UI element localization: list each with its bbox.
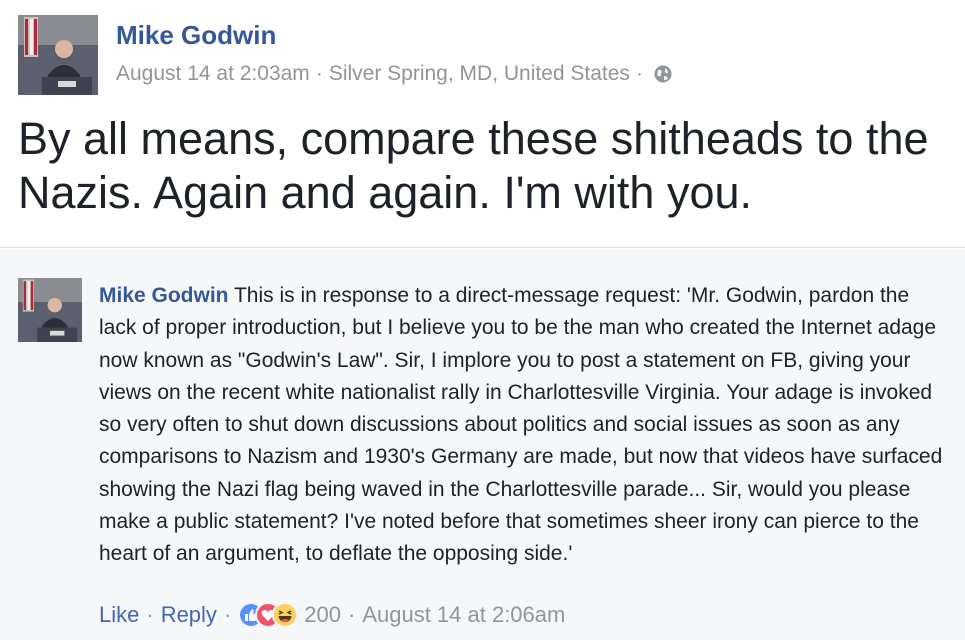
post-author-avatar[interactable] (18, 15, 98, 95)
comment-actions: Like · Reply · 200 · August 14 at 2:06am (99, 602, 565, 628)
post-meta: August 14 at 2:03am · Silver Spring, MD,… (116, 62, 673, 86)
reaction-count[interactable]: 200 (304, 602, 341, 628)
comment-timestamp[interactable]: August 14 at 2:06am (362, 602, 565, 628)
globe-icon[interactable] (653, 64, 673, 84)
haha-reaction-icon (272, 602, 299, 628)
avatar-photo (18, 15, 98, 95)
meta-separator: · (635, 62, 643, 85)
post-timestamp[interactable]: August 14 at 2:03am (116, 62, 310, 86)
comment-author-avatar[interactable] (18, 278, 82, 342)
post-author-name[interactable]: Mike Godwin (116, 20, 276, 51)
post-body-text: By all means, compare these shitheads to… (18, 113, 929, 218)
comment-author-name[interactable]: Mike Godwin (99, 284, 229, 307)
action-separator: · (347, 602, 356, 627)
action-separator: · (223, 602, 232, 627)
post-card: Mike Godwin August 14 at 2:03am · Silver… (0, 0, 965, 248)
like-button[interactable]: Like (99, 602, 139, 628)
meta-separator: · (315, 62, 323, 85)
reactions-summary[interactable] (238, 602, 299, 628)
action-separator: · (146, 602, 154, 627)
reply-button[interactable]: Reply (161, 602, 217, 628)
comment-body: Mike Godwin This is in response to a dir… (99, 280, 949, 571)
post-location[interactable]: Silver Spring, MD, United States (329, 62, 630, 86)
comment-text: This is in response to a direct-message … (99, 284, 943, 566)
avatar-photo (18, 278, 82, 342)
